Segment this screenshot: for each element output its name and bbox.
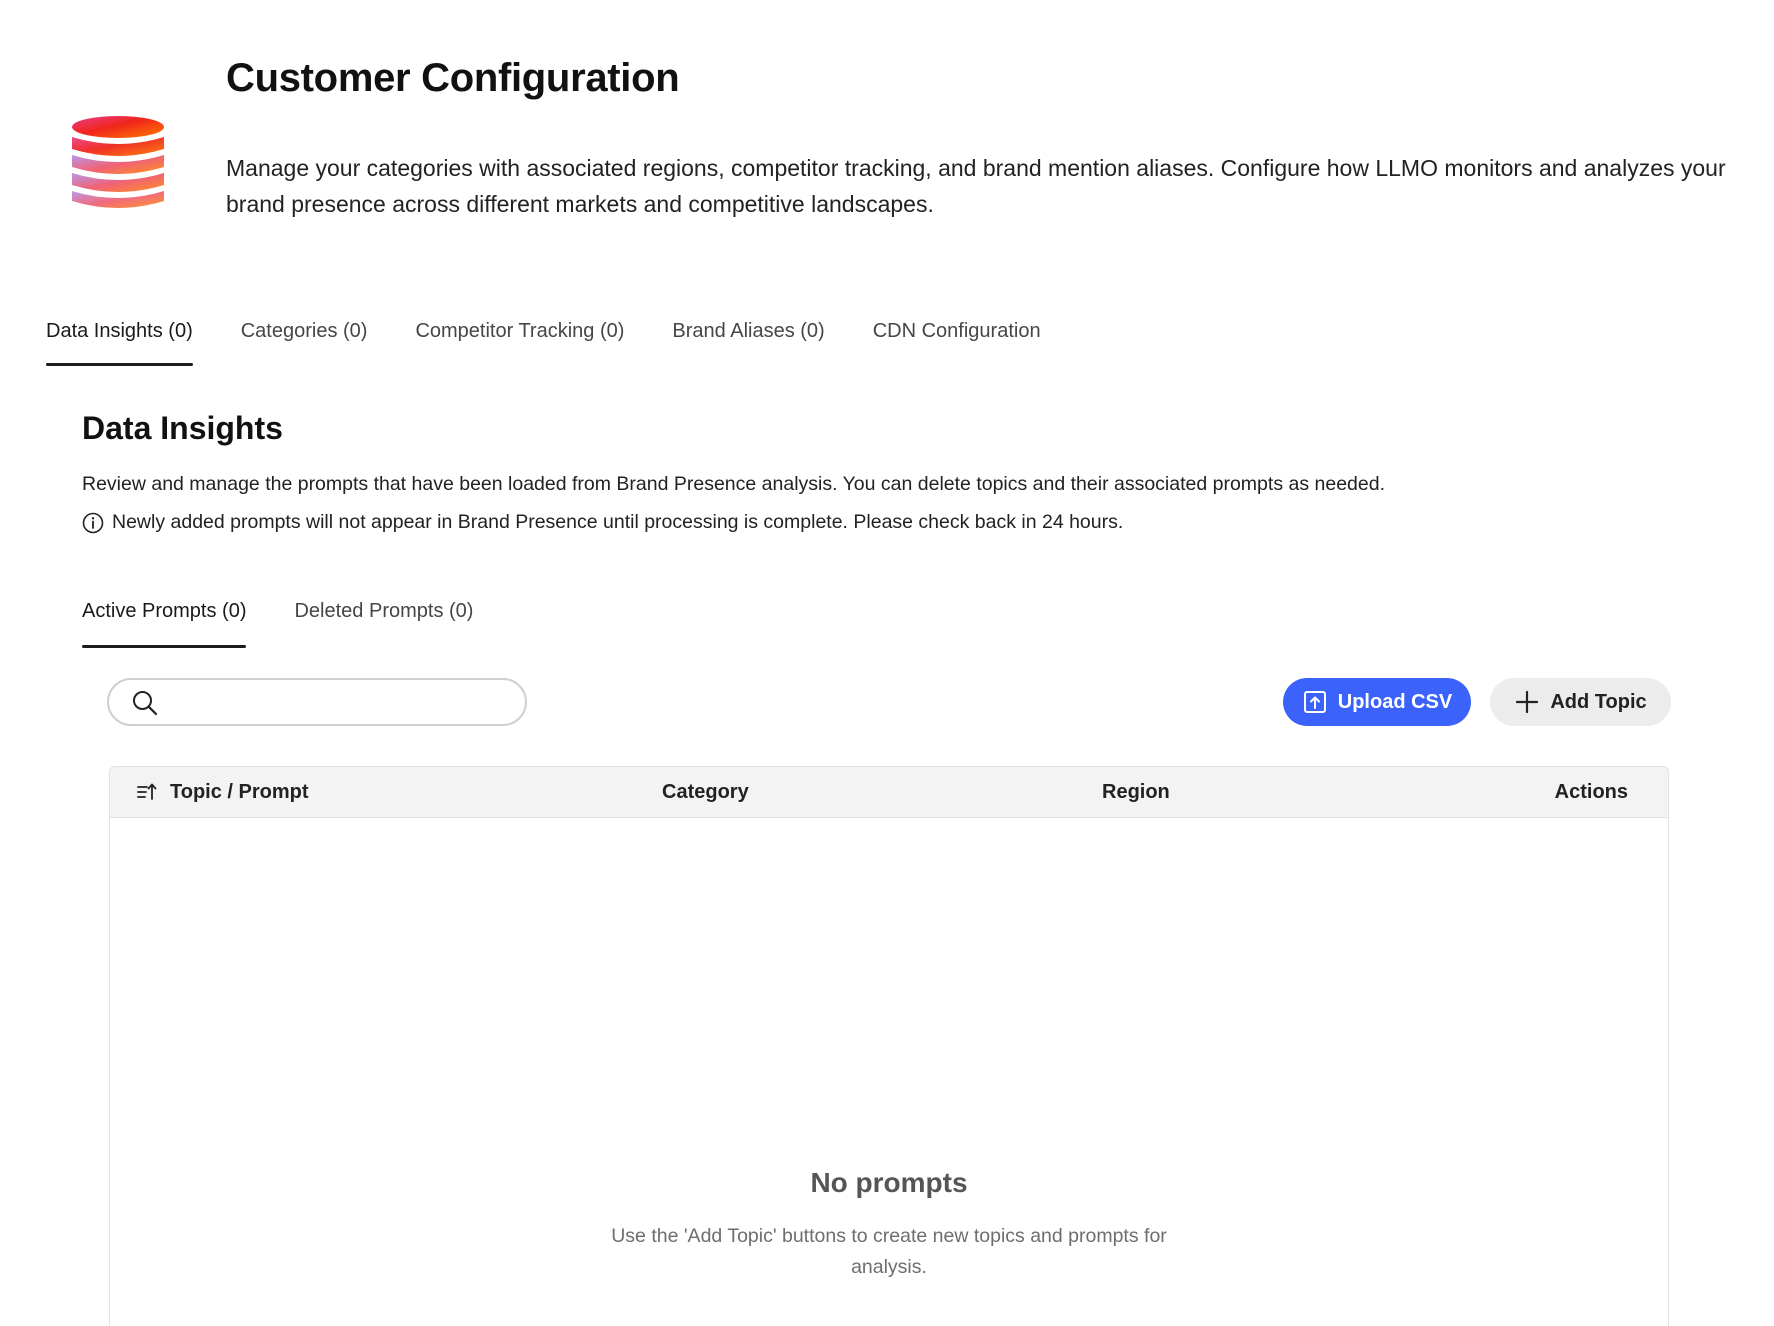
info-text: Newly added prompts will not appear in B… xyxy=(112,511,1124,533)
tab-data-insights[interactable]: Data Insights (0) xyxy=(46,316,193,366)
page-title: Customer Configuration xyxy=(226,56,680,100)
upload-csv-button[interactable]: Upload CSV xyxy=(1283,678,1471,726)
add-topic-button[interactable]: Add Topic xyxy=(1490,678,1671,726)
main-tabs: Data Insights (0) Categories (0) Competi… xyxy=(46,316,1089,366)
section-description: Review and manage the prompts that have … xyxy=(82,473,1385,495)
prompts-table: Topic / Prompt Category Region Actions N… xyxy=(109,766,1669,1326)
search-box[interactable] xyxy=(107,678,527,726)
column-header-region: Region xyxy=(1102,781,1170,803)
column-label-topic-prompt: Topic / Prompt xyxy=(170,781,309,803)
column-header-category: Category xyxy=(662,781,749,803)
tab-brand-aliases[interactable]: Brand Aliases (0) xyxy=(672,316,824,366)
info-circle-icon xyxy=(82,512,104,533)
column-header-topic-prompt[interactable]: Topic / Prompt xyxy=(136,767,309,817)
upload-icon xyxy=(1303,691,1326,713)
tab-categories[interactable]: Categories (0) xyxy=(241,316,368,366)
page-description: Manage your categories with associated r… xyxy=(226,155,1726,217)
add-topic-label: Add Topic xyxy=(1550,690,1647,713)
tab-competitor-tracking[interactable]: Competitor Tracking (0) xyxy=(415,316,624,366)
empty-state: No prompts Use the 'Add Topic' buttons t… xyxy=(110,1167,1668,1283)
info-notice: Newly added prompts will not appear in B… xyxy=(82,511,1123,534)
empty-state-description: Use the 'Add Topic' buttons to create ne… xyxy=(611,1225,1167,1278)
section-title: Data Insights xyxy=(82,410,283,446)
upload-csv-label: Upload CSV xyxy=(1337,690,1453,713)
prompt-tabs: Active Prompts (0) Deleted Prompts (0) xyxy=(82,596,521,648)
tab-active-prompts[interactable]: Active Prompts (0) xyxy=(82,596,247,648)
search-icon xyxy=(133,691,158,716)
search-input[interactable] xyxy=(171,686,505,720)
stacked-database-gradient-icon xyxy=(72,116,164,208)
empty-state-title: No prompts xyxy=(810,1167,968,1198)
plus-icon xyxy=(1516,690,1539,714)
sort-ascending-icon xyxy=(137,783,157,800)
table-header: Topic / Prompt Category Region Actions xyxy=(110,767,1668,818)
tab-deleted-prompts[interactable]: Deleted Prompts (0) xyxy=(294,596,473,648)
tab-cdn-configuration[interactable]: CDN Configuration xyxy=(873,316,1041,366)
column-header-actions: Actions xyxy=(1554,781,1628,803)
